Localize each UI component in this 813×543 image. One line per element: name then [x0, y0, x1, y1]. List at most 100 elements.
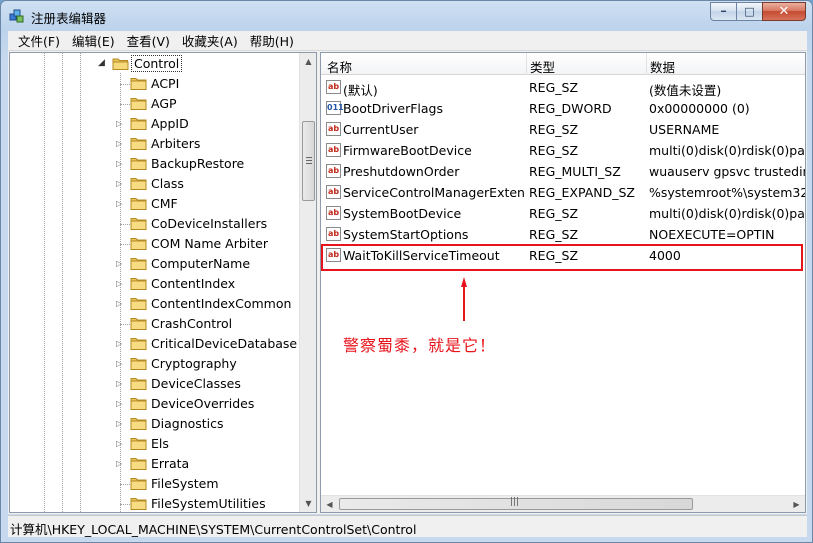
tree-node[interactable]: ▷ Arbiters — [10, 134, 300, 154]
tree-node-label: Diagnostics — [151, 416, 224, 431]
value-type: REG_SZ — [529, 227, 579, 242]
value-name: BootDriverFlags — [343, 101, 444, 116]
menu-favorites[interactable]: 收藏夹(A) — [176, 31, 244, 50]
value-row[interactable]: 011 BootDriverFlags REG_DWORD 0x00000000 (0… — [321, 98, 805, 119]
maximize-button[interactable]: □ — [736, 2, 762, 21]
menu-bar: 文件(F) 编辑(E) 查看(V) 收藏夹(A) 帮助(H) — [8, 31, 807, 51]
value-row[interactable]: ab SystemStartOptions REG_SZ NOEXECUTE=OPT… — [321, 224, 805, 245]
column-header-type[interactable]: 类型 — [530, 57, 555, 76]
tree-vertical-scrollbar[interactable]: ▲ ▼ — [299, 53, 316, 512]
folder-icon — [130, 158, 147, 170]
expand-arrow-icon[interactable]: ▷ — [116, 299, 122, 308]
tree-node[interactable]: ▷ DeviceClasses — [10, 374, 300, 394]
expand-arrow-icon[interactable]: ▷ — [116, 459, 122, 468]
tree-node[interactable]: ▷ Class — [10, 174, 300, 194]
value-row[interactable]: ab PreshutdownOrder REG_MULTI_SZ wuauserv g… — [321, 161, 805, 182]
tree-node-label: FileSystem — [151, 476, 219, 491]
scroll-right-arrow-icon[interactable]: ▶ — [788, 496, 805, 513]
expand-arrow-icon[interactable]: ▷ — [116, 139, 122, 148]
expand-arrow-icon[interactable]: ▷ — [116, 439, 122, 448]
tree-node[interactable]: ▷ DeviceOverrides — [10, 394, 300, 414]
folder-icon — [130, 378, 147, 390]
folder-icon — [130, 138, 147, 150]
value-row[interactable]: ab FirmwareBootDevice REG_SZ multi(0)disk(0… — [321, 140, 805, 161]
scroll-up-arrow-icon[interactable]: ▲ — [300, 53, 317, 70]
tree-node[interactable]: ▷ CriticalDeviceDatabase — [10, 334, 300, 354]
tree-node[interactable]: COM Name Arbiter — [10, 234, 300, 254]
tree-node[interactable]: ▷ CMF — [10, 194, 300, 214]
close-button[interactable]: ✕ — [762, 2, 806, 21]
tree-node-label: CriticalDeviceDatabase — [151, 336, 298, 351]
collapse-arrow-icon[interactable]: ◢ — [98, 58, 105, 68]
status-bar: 计算机\HKEY_LOCAL_MACHINE\SYSTEM\CurrentCon… — [8, 515, 807, 537]
tree-node[interactable]: ▷ ContentIndex — [10, 274, 300, 294]
tree-node[interactable]: CrashControl — [10, 314, 300, 334]
scroll-down-arrow-icon[interactable]: ▼ — [300, 495, 317, 512]
expand-arrow-icon[interactable]: ▷ — [116, 379, 122, 388]
tree-node[interactable]: ▷ ContentIndexCommon — [10, 294, 300, 314]
expand-arrow-icon[interactable]: ▷ — [116, 419, 122, 428]
minimize-button[interactable]: ━ — [710, 2, 736, 21]
menu-help[interactable]: 帮助(H) — [244, 31, 300, 50]
value-type: REG_SZ — [529, 122, 579, 137]
tree-node[interactable]: ▷ ComputerName — [10, 254, 300, 274]
folder-icon — [130, 438, 147, 450]
window-title: 注册表编辑器 — [31, 11, 107, 26]
close-icon: ✕ — [778, 4, 790, 19]
title-bar[interactable]: 注册表编辑器 ━ □ ✕ — [1, 1, 812, 31]
tree-node[interactable]: ▷ Els — [10, 434, 300, 454]
value-name: SystemBootDevice — [343, 206, 462, 221]
tree-connector — [120, 244, 130, 245]
expand-arrow-icon[interactable]: ▷ — [116, 119, 122, 128]
tree-node[interactable]: FileSystem — [10, 474, 300, 494]
tree-node[interactable]: AGP — [10, 94, 300, 114]
value-row[interactable]: ab SystemBootDevice REG_SZ multi(0)disk(0)r… — [321, 203, 805, 224]
folder-icon — [130, 458, 147, 470]
expand-arrow-icon[interactable]: ▷ — [116, 359, 122, 368]
tree-node[interactable]: CoDeviceInstallers — [10, 214, 300, 234]
tree-node-control[interactable]: ◢ Control — [10, 54, 300, 74]
list-horizontal-scrollbar[interactable]: ◀ ||| ▶ — [321, 495, 805, 512]
value-row[interactable]: ab (默认) REG_SZ (数值未设置) — [321, 77, 805, 98]
expand-arrow-icon[interactable]: ▷ — [116, 339, 122, 348]
folder-open-icon — [112, 58, 129, 70]
tree-node-label: BackupRestore — [151, 156, 245, 171]
value-row[interactable]: ab ServiceControlManagerExten... REG_EXPAN… — [321, 182, 805, 203]
tree-node-label: DeviceClasses — [151, 376, 241, 391]
value-name: PreshutdownOrder — [343, 164, 460, 179]
tree-node[interactable]: ▷ Errata — [10, 454, 300, 474]
expand-arrow-icon[interactable]: ▷ — [116, 199, 122, 208]
tree-node[interactable]: ▷ Cryptography — [10, 354, 300, 374]
value-data: multi(0)disk(0)rdisk(0)partit — [649, 143, 805, 158]
column-header-data[interactable]: 数据 — [650, 57, 675, 76]
expand-arrow-icon[interactable]: ▷ — [116, 179, 122, 188]
regedit-window: 注册表编辑器 ━ □ ✕ 文件(F) 编辑(E) 查看(V) 收藏夹(A) 帮助… — [0, 0, 813, 543]
tree-node[interactable]: ▷ AppID — [10, 114, 300, 134]
menu-edit[interactable]: 编辑(E) — [66, 31, 121, 50]
column-header-name[interactable]: 名称 — [327, 57, 352, 76]
menu-view[interactable]: 查看(V) — [121, 31, 176, 50]
folder-icon — [130, 318, 147, 330]
tree-node[interactable]: ▷ Diagnostics — [10, 414, 300, 434]
expand-arrow-icon[interactable]: ▷ — [116, 159, 122, 168]
expand-arrow-icon[interactable]: ▷ — [116, 279, 122, 288]
folder-icon — [130, 338, 147, 350]
key-tree-pane[interactable]: ◢ Control ACPI AGP ▷ AppID ▷ Arbiters ▷ BackupR… — [9, 52, 317, 513]
scroll-thumb[interactable] — [302, 121, 315, 201]
tree-node[interactable]: ▷ BackupRestore — [10, 154, 300, 174]
tree-node[interactable]: FileSystemUtilities — [10, 494, 300, 512]
folder-icon — [130, 98, 147, 110]
expand-arrow-icon[interactable]: ▷ — [116, 259, 122, 268]
maximize-icon: □ — [744, 5, 755, 18]
value-row[interactable]: ab CurrentUser REG_SZ USERNAME — [321, 119, 805, 140]
expand-arrow-icon[interactable]: ▷ — [116, 399, 122, 408]
string-value-icon: ab — [326, 227, 341, 241]
tree-node[interactable]: ACPI — [10, 74, 300, 94]
value-type: REG_SZ — [529, 80, 579, 95]
scroll-left-arrow-icon[interactable]: ◀ — [321, 496, 338, 513]
annotation-text: 警察蜀黍，就是它！ — [343, 336, 497, 355]
value-list-pane[interactable]: 名称 类型 数据 ab (默认) REG_SZ (数值未设置) 011 BootDrive… — [320, 52, 806, 513]
scroll-thumb[interactable]: ||| — [339, 497, 693, 510]
key-tree: ◢ Control ACPI AGP ▷ AppID ▷ Arbiters ▷ BackupR… — [10, 53, 300, 512]
menu-file[interactable]: 文件(F) — [12, 31, 66, 50]
